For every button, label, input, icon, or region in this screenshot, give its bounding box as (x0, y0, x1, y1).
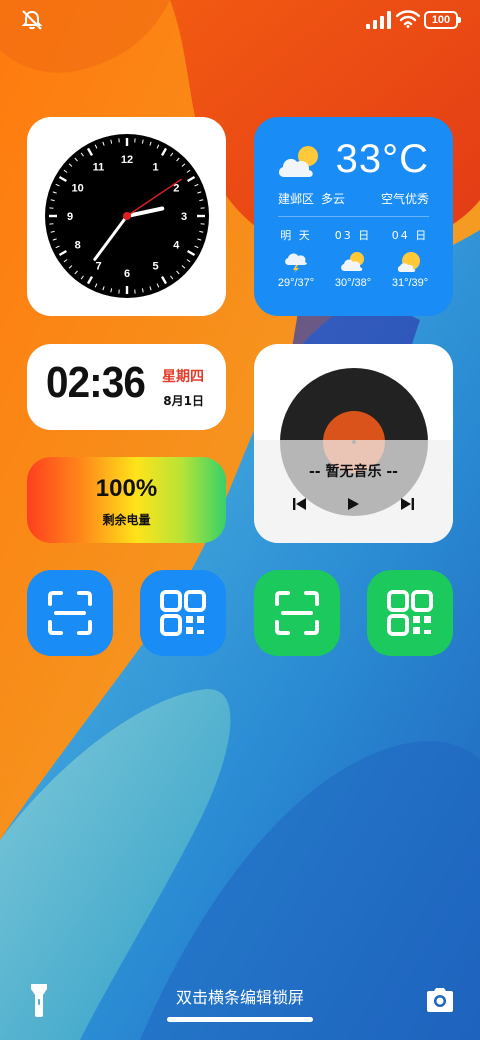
signal-icon (366, 11, 391, 29)
forecast-day-1: 明 天 29°/37° (268, 227, 324, 289)
previous-track-button[interactable] (292, 496, 308, 512)
forecast-day-label: 04 日 (391, 229, 429, 242)
analog-clock-widget[interactable]: 12 1 2 3 4 5 6 7 8 9 10 11 (27, 117, 226, 316)
clock-numeral: 10 (72, 183, 84, 195)
battery-icon: 100 (424, 11, 461, 29)
forecast-day-label: 03 日 (334, 229, 372, 242)
digital-time: 02:36 (46, 358, 146, 407)
date: 8月1日 (163, 394, 204, 408)
qr-code-icon (160, 590, 206, 636)
partly-cloudy-icon (278, 146, 318, 177)
clock-numeral: 7 (95, 260, 101, 272)
forecast-day-3: 04 日 31°/39° (382, 227, 438, 289)
clock-numeral: 9 (67, 211, 73, 223)
clock-numeral: 6 (124, 268, 130, 280)
scan-shortcut-green[interactable] (254, 570, 340, 656)
qr-code-shortcut-blue[interactable] (140, 570, 226, 656)
qr-code-shortcut-green[interactable] (367, 570, 453, 656)
clock-numeral: 5 (152, 260, 158, 272)
clock-numeral: 3 (181, 211, 187, 223)
forecast-day-label: 明 天 (280, 229, 312, 242)
qr-code-icon (387, 590, 433, 636)
clock-numeral: 11 (93, 162, 105, 174)
wifi-icon (396, 10, 420, 28)
clock-numeral: 12 (121, 154, 133, 166)
air-quality: 空气优秀 (380, 192, 429, 206)
weekday: 星期四 (162, 369, 204, 385)
battery-percent: 100% (95, 475, 158, 502)
play-button[interactable] (345, 496, 361, 512)
partly-cloudy-icon (341, 252, 364, 271)
bell-off-icon (21, 10, 43, 30)
scan-shortcut-blue[interactable] (27, 570, 113, 656)
battery-widget[interactable]: 100% 剩余电量 (27, 457, 226, 543)
analog-clock-face: 121234567891011 (45, 134, 209, 298)
partly-cloudy-icon (397, 252, 420, 272)
battery-label: 剩余电量 (102, 513, 151, 527)
thunderstorm-icon (285, 253, 307, 273)
clock-numeral: 8 (75, 240, 81, 252)
forecast-range: 29°/37° (277, 277, 315, 289)
weather-widget[interactable]: 33°C 建邺区 多云 空气优秀 明 天 29°/37° 03 日 30°/38… (254, 117, 453, 316)
forecast-range: 31°/39° (391, 277, 429, 289)
status-bar: 100 (0, 0, 480, 40)
clock-numeral: 1 (152, 162, 158, 174)
next-track-button[interactable] (399, 496, 415, 512)
music-status: -- 暂无音乐 -- (309, 464, 398, 480)
forecast-range: 30°/38° (334, 277, 372, 289)
forecast-day-2: 03 日 30°/38° (325, 227, 381, 289)
home-indicator[interactable] (167, 1017, 313, 1022)
music-widget[interactable]: -- 暂无音乐 -- (254, 344, 453, 543)
music-controls-panel (254, 440, 453, 543)
clock-numeral: 4 (173, 240, 180, 252)
edit-lockscreen-hint: 双击横条编辑锁屏 (175, 988, 304, 1007)
weather-temperature: 33°C (335, 137, 429, 181)
camera-icon[interactable] (424, 986, 456, 1014)
divider (278, 216, 429, 217)
scan-icon (275, 591, 319, 635)
weather-condition: 多云 (321, 192, 346, 206)
scan-icon (48, 591, 92, 635)
digital-clock-widget[interactable]: 02:36 星期四 8月1日 (27, 344, 226, 430)
weather-location: 建邺区 (278, 192, 315, 206)
